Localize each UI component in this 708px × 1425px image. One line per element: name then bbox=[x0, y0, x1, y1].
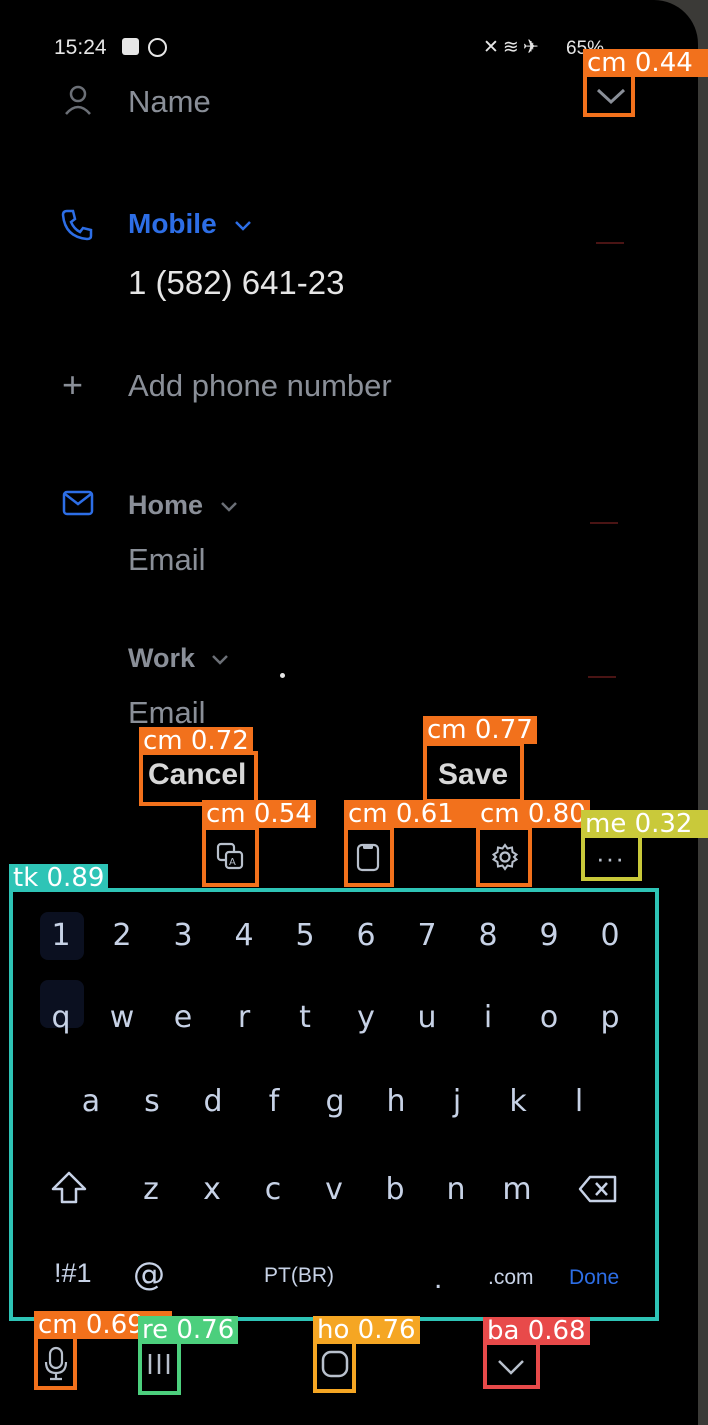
notification-icon bbox=[122, 38, 139, 55]
phone-type-label[interactable]: Mobile bbox=[128, 208, 217, 240]
detection-box-mic bbox=[34, 1335, 77, 1390]
detection-label-keyboard: tk 0.89 bbox=[9, 864, 109, 892]
email-icon bbox=[62, 490, 94, 516]
mute-wifi-airplane-icon: ✕≋✈ bbox=[483, 37, 543, 58]
plus-icon[interactable]: + bbox=[62, 364, 83, 406]
detection-label-home: ho 0.76 bbox=[313, 1316, 420, 1344]
detection-box-recent bbox=[138, 1340, 181, 1395]
status-time: 15:24 bbox=[54, 36, 107, 59]
detection-label-clipboard: cm 0.61 bbox=[344, 800, 478, 828]
add-phone-number-button[interactable]: Add phone number bbox=[128, 368, 392, 404]
detection-box-cancel bbox=[139, 751, 258, 806]
person-icon bbox=[63, 84, 93, 116]
phone-type-chevron-down-icon[interactable] bbox=[234, 220, 252, 232]
phone-number-input[interactable]: 1 (582) 641-23 bbox=[128, 264, 344, 302]
detection-label-save: cm 0.77 bbox=[423, 716, 537, 744]
detection-label-translate: cm 0.54 bbox=[202, 800, 316, 828]
remove-phone-icon[interactable] bbox=[596, 242, 624, 244]
email-type-label-work[interactable]: Work bbox=[128, 643, 195, 674]
detection-box-keyboard bbox=[9, 888, 659, 1321]
remove-email-work-icon[interactable] bbox=[588, 676, 616, 678]
detection-box-translate bbox=[202, 826, 259, 887]
sync-icon bbox=[148, 38, 167, 57]
detection-label-more: me 0.32 bbox=[581, 810, 708, 838]
phone-icon bbox=[60, 208, 94, 242]
detection-label-cm-top: cm 0.44 bbox=[583, 49, 708, 77]
email-type-label-home[interactable]: Home bbox=[128, 490, 203, 521]
detection-box-save bbox=[423, 742, 524, 803]
touch-indicator bbox=[280, 673, 285, 678]
remove-email-home-icon[interactable] bbox=[590, 522, 618, 524]
detection-box-back bbox=[483, 1341, 540, 1389]
detection-box-clipboard bbox=[344, 826, 394, 887]
detection-label-recent: re 0.76 bbox=[138, 1316, 239, 1344]
detection-label-cancel: cm 0.72 bbox=[139, 727, 253, 755]
detection-box-cm-top bbox=[583, 72, 635, 117]
detection-box-more bbox=[581, 834, 642, 881]
detection-label-back: ba 0.68 bbox=[483, 1317, 590, 1345]
email-input-home[interactable]: Email bbox=[128, 542, 206, 578]
detection-label-settings: cm 0.80 bbox=[476, 800, 590, 828]
email-type-chevron-down-icon[interactable] bbox=[220, 501, 238, 513]
detection-box-home bbox=[313, 1340, 356, 1393]
email-type-work-chevron-down-icon[interactable] bbox=[211, 654, 229, 666]
detection-box-settings bbox=[476, 826, 532, 887]
name-field[interactable]: Name bbox=[128, 84, 211, 120]
